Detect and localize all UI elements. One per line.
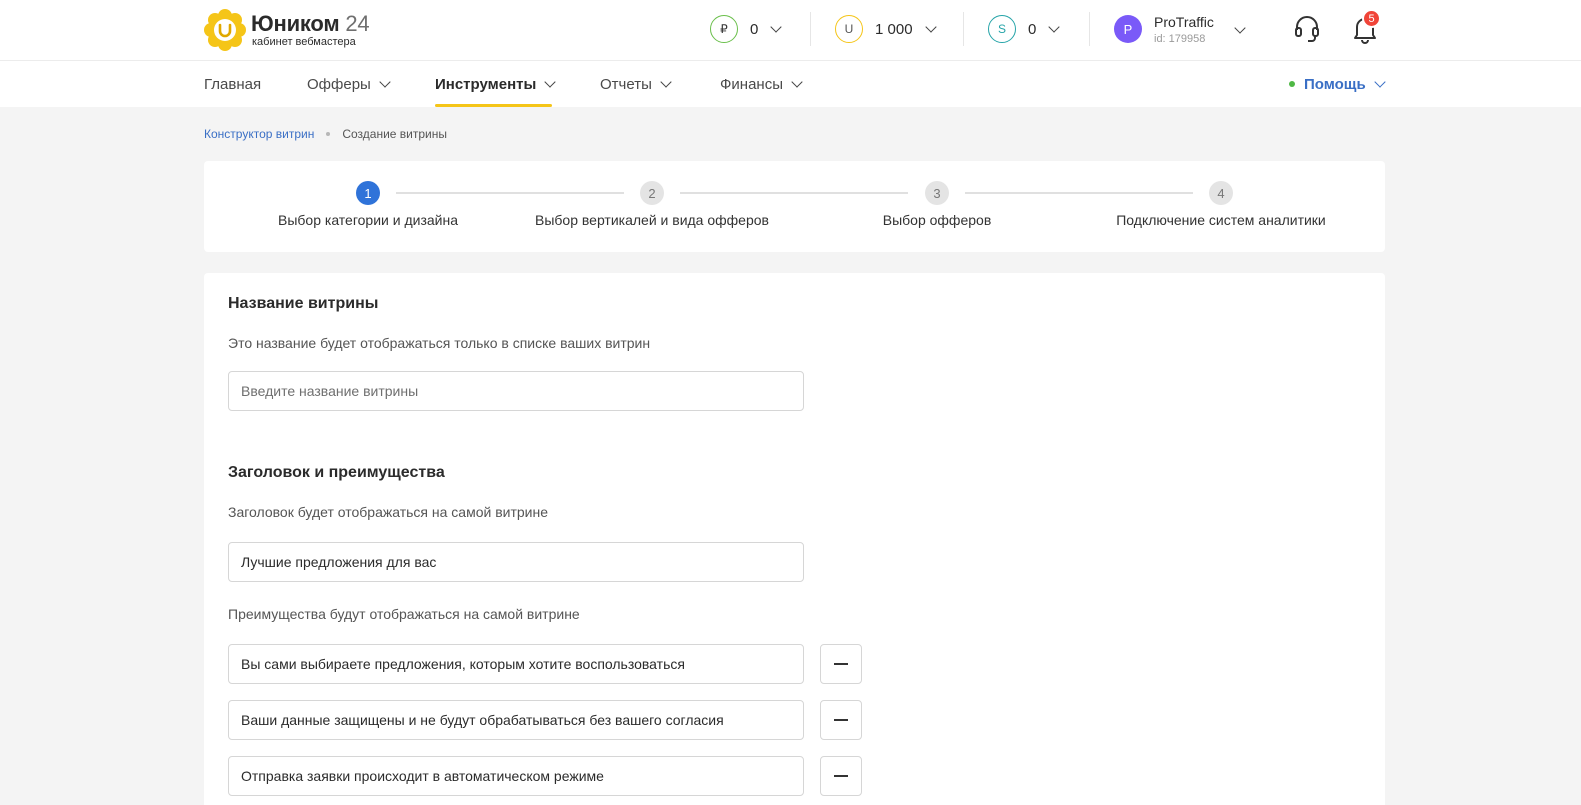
remove-benefit-button[interactable] (820, 756, 862, 796)
nav-item-finances[interactable]: Финансы (720, 61, 803, 107)
breadcrumb-link[interactable]: Конструктор витрин (204, 127, 314, 141)
avatar: P (1114, 15, 1142, 43)
step-1-label: Выбор категории и дизайна (278, 212, 458, 228)
stepper: 1 2 3 4 Выбор категории и дизайна Выбор … (204, 161, 1385, 252)
nav-item-label: Инструменты (435, 75, 537, 93)
breadcrumb: Конструктор витрин Создание витрины (204, 127, 447, 141)
balance-s-value: 0 (1028, 20, 1037, 38)
step-connector (965, 192, 1193, 194)
nav-item-label: Офферы (307, 75, 371, 93)
step-4-label: Подключение систем аналитики (1116, 212, 1326, 228)
step-2-label: Выбор вертикалей и вида офферов (535, 212, 769, 228)
breadcrumb-current: Создание витрины (342, 127, 448, 141)
chevron-down-icon (770, 21, 783, 33)
benefit-input[interactable] (228, 644, 804, 684)
logo-icon (204, 9, 246, 51)
step-1-number[interactable]: 1 (356, 181, 380, 205)
benefit-input[interactable] (228, 700, 804, 740)
s-coin-icon: S (988, 15, 1016, 43)
ruble-coin-icon: ₽ (710, 15, 738, 43)
remove-benefit-button[interactable] (820, 700, 862, 740)
showcase-name-title: Название витрины (228, 295, 379, 312)
user-id: id: 179958 (1154, 33, 1206, 45)
nav-item-home[interactable]: Главная (204, 61, 261, 107)
minus-icon (834, 663, 848, 665)
heading-hint: Заголовок будет отображаться на самой ви… (228, 504, 548, 520)
heading-benefits-title: Заголовок и преимущества (228, 464, 445, 481)
chevron-down-icon (924, 21, 937, 33)
chevron-down-icon (1234, 22, 1246, 34)
minus-icon (834, 719, 848, 721)
nav-item-label: Главная (204, 75, 262, 93)
nav-item-label: Финансы (720, 75, 783, 93)
chevron-down-icon (660, 76, 672, 88)
chevron-down-icon (791, 76, 803, 88)
benefit-input[interactable] (228, 756, 804, 796)
balance-unicom-value: 1 000 (875, 20, 913, 38)
divider (810, 12, 811, 46)
breadcrumb-separator (326, 132, 331, 136)
balance-rub[interactable]: ₽ 0 (710, 15, 783, 43)
notification-badge: 5 (1362, 9, 1381, 28)
showcase-name-input[interactable] (228, 371, 804, 411)
help-label: Помощь (1304, 75, 1366, 93)
headset-icon[interactable] (1294, 15, 1320, 43)
remove-benefit-button[interactable] (820, 644, 862, 684)
minus-icon (834, 775, 848, 777)
top-header: Юником 24 кабинет вебмастера ₽ 0 U 1 000… (0, 0, 1581, 61)
active-nav-indicator (435, 104, 552, 107)
chevron-down-icon (379, 76, 391, 88)
showcase-name-hint: Это название будет отображаться только в… (228, 335, 651, 351)
help-menu[interactable]: Помощь (1289, 61, 1386, 107)
nav-item-reports[interactable]: Отчеты (600, 61, 672, 107)
step-4-number[interactable]: 4 (1209, 181, 1233, 205)
balance-s[interactable]: S 0 (988, 15, 1061, 43)
nav-item-tools[interactable]: Инструменты (435, 61, 556, 107)
step-connector (680, 192, 908, 194)
online-status-dot (1289, 81, 1295, 87)
logo-subtitle: кабинет вебмастера (252, 36, 356, 48)
benefits-hint: Преимущества будут отображаться на самой… (228, 606, 580, 622)
chevron-down-icon (1374, 76, 1386, 88)
heading-input[interactable] (228, 542, 804, 582)
step-3-label: Выбор офферов (882, 212, 992, 228)
balance-rub-value: 0 (750, 20, 759, 38)
divider (1089, 12, 1090, 46)
step-connector (396, 192, 624, 194)
step-2-number[interactable]: 2 (640, 181, 664, 205)
balance-unicom[interactable]: U 1 000 (835, 15, 937, 43)
nav-item-label: Отчеты (600, 75, 652, 93)
chevron-down-icon (544, 76, 556, 88)
divider (963, 12, 964, 46)
showcase-form: Название витрины Это название будет отоб… (204, 273, 1385, 805)
logo[interactable]: Юником 24 кабинет вебмастера (204, 9, 384, 51)
user-name: ProTraffic (1154, 14, 1214, 30)
step-3-number[interactable]: 3 (925, 181, 949, 205)
chevron-down-icon (1048, 21, 1061, 33)
logo-name: Юником 24 (251, 11, 370, 36)
nav-item-offers[interactable]: Офферы (307, 61, 391, 107)
unicom-coin-icon: U (835, 15, 863, 43)
main-nav: Главная Офферы Инструменты Отчеты Финанс… (0, 61, 1581, 107)
